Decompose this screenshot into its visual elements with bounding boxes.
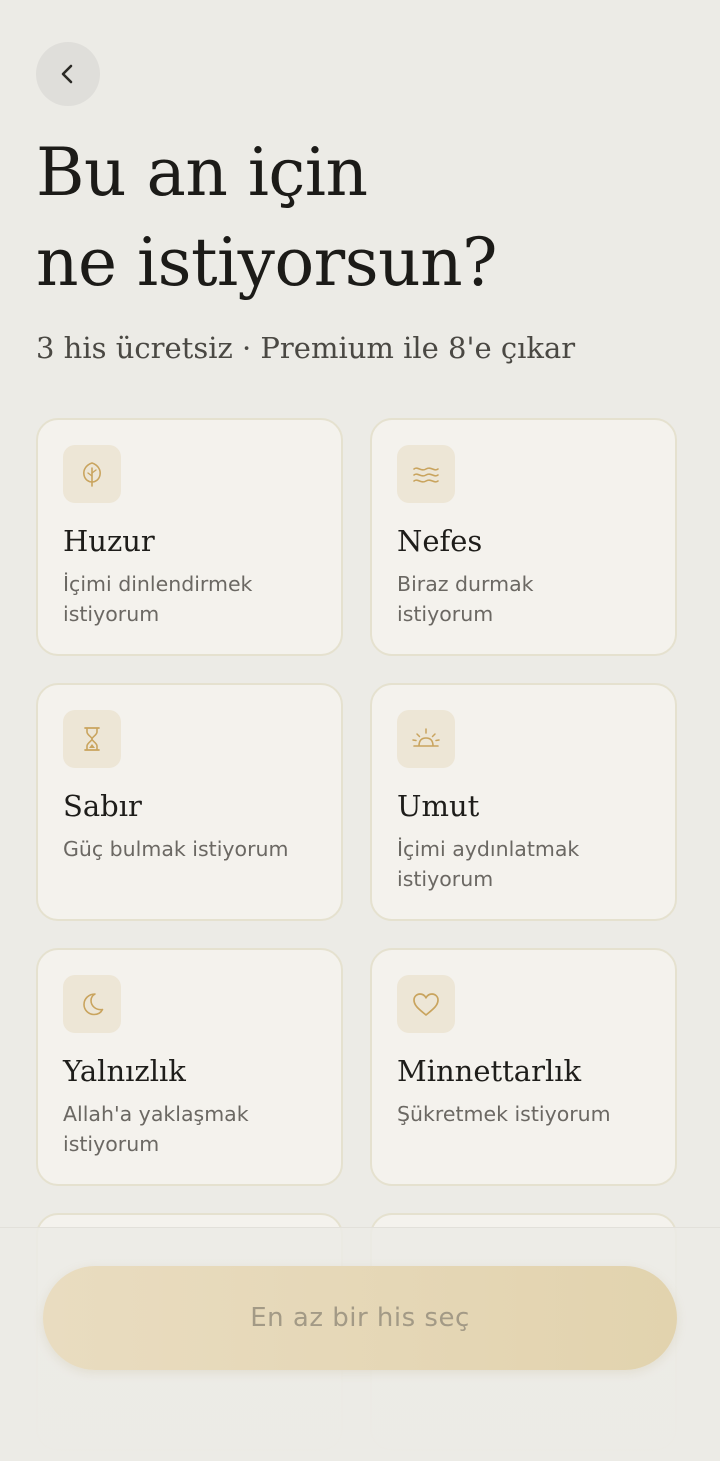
moon-icon — [63, 975, 121, 1033]
page-title-line-1: Bu an için — [36, 134, 368, 211]
hourglass-icon — [63, 710, 121, 768]
feeling-card-huzur[interactable]: Huzur İçimi dinlendirmek istiyorum — [36, 418, 343, 656]
feeling-card-nefes[interactable]: Nefes Biraz durmak istiyorum — [370, 418, 677, 656]
page-title-line-2: ne istiyorsun? — [36, 224, 498, 301]
select-feeling-button[interactable]: En az bir his seç — [43, 1266, 677, 1370]
heart-icon — [397, 975, 455, 1033]
feeling-description: Şükretmek istiyorum — [397, 1102, 611, 1126]
feeling-description: İçimi aydınlatmak istiyorum — [397, 837, 580, 891]
leaf-icon — [63, 445, 121, 503]
page-subtitle: 3 his ücretsiz · Premium ile 8'e çıkar — [36, 331, 576, 365]
page-title: Bu an için ne istiyorsun? — [36, 128, 684, 308]
feeling-title: Sabır — [63, 789, 142, 823]
chevron-left-icon — [61, 64, 73, 84]
feeling-title: Huzur — [63, 524, 155, 558]
feeling-card-minnettarlik[interactable]: Minnettarlık Şükretmek istiyorum — [370, 948, 677, 1186]
sunrise-icon — [397, 710, 455, 768]
wind-waves-icon — [397, 445, 455, 503]
feeling-card-umut[interactable]: Umut İçimi aydınlatmak istiyorum — [370, 683, 677, 921]
feeling-card-yalnizlik[interactable]: Yalnızlık Allah'a yaklaşmak istiyorum — [36, 948, 343, 1186]
feeling-description: Allah'a yaklaşmak istiyorum — [63, 1102, 249, 1156]
feeling-card-sabir[interactable]: Sabır Güç bulmak istiyorum — [36, 683, 343, 921]
feeling-description: Güç bulmak istiyorum — [63, 837, 289, 861]
feeling-title: Yalnızlık — [63, 1054, 186, 1088]
feeling-title: Minnettarlık — [397, 1054, 582, 1088]
back-button[interactable] — [36, 42, 100, 106]
feeling-title: Umut — [397, 789, 480, 823]
feeling-description: İçimi dinlendirmek istiyorum — [63, 572, 253, 626]
feeling-title: Nefes — [397, 524, 483, 558]
feeling-description: Biraz durmak istiyorum — [397, 572, 534, 626]
